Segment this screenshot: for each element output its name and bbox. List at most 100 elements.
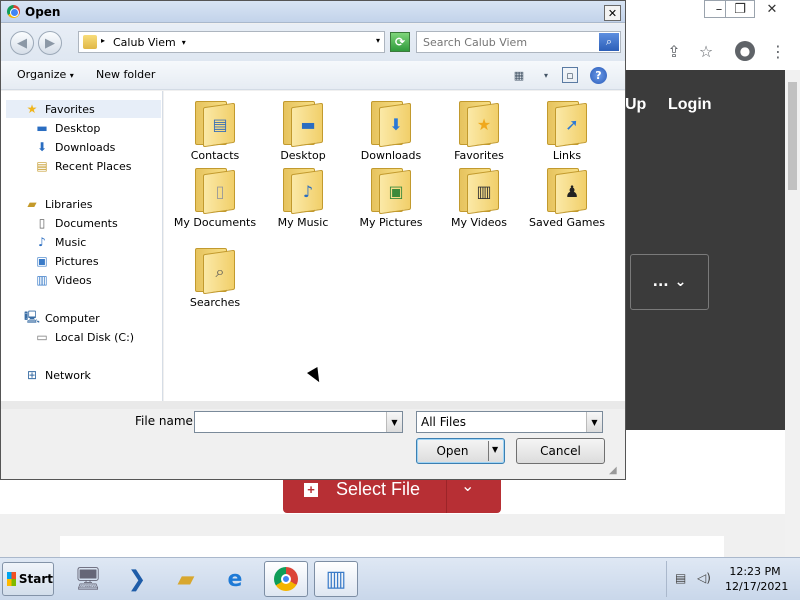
search-box[interactable]: ⌕ (416, 31, 621, 53)
tree-label: Network (45, 368, 91, 382)
clock-date: 12/17/2021 (725, 580, 789, 593)
organize-menu[interactable]: Organize ▾ (17, 68, 74, 81)
tree-music[interactable]: ♪ Music (34, 233, 86, 251)
back-button[interactable]: ◀ (10, 31, 34, 55)
internet-explorer-icon[interactable]: e (213, 561, 257, 597)
file-list: ▤ Contacts ▬ Desktop ⬇ Downloads ★ Favor… (164, 91, 625, 401)
address-path[interactable]: ▸ Calub Viem ▾ ▾ (78, 31, 385, 53)
file-explorer-icon[interactable]: ▰ (164, 561, 208, 597)
address-dropdown-icon[interactable]: ▾ (376, 36, 380, 45)
view-options-icon[interactable]: ▦ (511, 67, 527, 83)
building-app-icon[interactable]: ▥ (314, 561, 358, 597)
resize-grip-icon[interactable]: ◢ (609, 465, 617, 476)
path-text: Calub Viem (113, 35, 176, 49)
server-manager-icon[interactable]: 🖥 (66, 561, 110, 597)
chevron-down-icon[interactable]: ▼ (586, 412, 602, 432)
bookmark-star-icon[interactable]: ☆ (695, 40, 717, 62)
file-name-input[interactable] (195, 412, 385, 432)
file-item-my-videos[interactable]: ▥ My Videos (434, 168, 524, 229)
file-item-searches[interactable]: ⌕ Searches (170, 248, 260, 309)
powershell-icon[interactable]: ❯ (115, 561, 159, 597)
clock[interactable]: 12:23 PM 12/17/2021 (725, 564, 789, 594)
restore-button[interactable]: ❐ (725, 0, 755, 18)
search-input[interactable] (417, 32, 597, 52)
tree-computer[interactable]: 🖳 Computer (24, 309, 100, 327)
organize-label: Organize (17, 68, 67, 81)
tree-label: Local Disk (C:) (55, 330, 135, 344)
share-icon[interactable]: ⇪ (663, 40, 685, 62)
file-name-combobox[interactable]: ▼ (194, 411, 403, 433)
tree-pictures[interactable]: ▣ Pictures (34, 252, 98, 270)
navigation-pane: ★ Favorites ▬ Desktop ⬇ Downloads ▤ Rece… (1, 91, 163, 401)
windows-logo-icon (7, 572, 16, 586)
signup-link[interactable]: Up (625, 96, 646, 114)
libraries-icon: ▰ (27, 197, 37, 211)
tree-downloads[interactable]: ⬇ Downloads (34, 138, 115, 156)
forward-button[interactable]: ▶ (38, 31, 62, 55)
file-label: Searches (189, 296, 241, 309)
tree-local-disk[interactable]: ▭ Local Disk (C:) (34, 328, 134, 346)
file-label: Downloads (360, 149, 422, 162)
tree-recent-places[interactable]: ▤ Recent Places (34, 157, 131, 175)
folder-icon: ★ (459, 101, 499, 148)
refresh-button[interactable]: ⟳ (390, 32, 410, 52)
folder-icon: ♪ (283, 168, 323, 215)
tree-label: Favorites (45, 102, 95, 116)
profile-avatar-icon[interactable]: ● (735, 41, 755, 61)
more-options-button[interactable]: ... ⌄ (630, 254, 709, 310)
help-icon[interactable]: ? (590, 67, 607, 84)
tree-libraries[interactable]: ▰ Libraries (24, 195, 92, 213)
open-label: Open (436, 444, 469, 458)
file-item-desktop[interactable]: ▬ Desktop (258, 101, 348, 162)
scrollbar-thumb[interactable] (788, 82, 797, 190)
file-item-downloads[interactable]: ⬇ Downloads (346, 101, 436, 162)
page-content-box (60, 536, 724, 557)
volume-icon[interactable]: ◁) (697, 571, 711, 585)
file-label: Favorites (454, 149, 504, 162)
cancel-button[interactable]: Cancel (516, 438, 605, 464)
file-type-select[interactable]: All Files ▼ (416, 411, 603, 433)
start-button[interactable]: Start (2, 562, 54, 596)
network-icon: ⊞ (26, 368, 38, 382)
view-dropdown-icon[interactable]: ▾ (538, 67, 554, 83)
chevron-down-icon[interactable]: ▼ (386, 412, 402, 432)
file-label: Desktop (280, 149, 326, 162)
start-label: Start (18, 572, 53, 586)
file-item-my-documents[interactable]: ▯ My Documents (170, 168, 260, 229)
dialog-close-button[interactable]: ✕ (604, 5, 621, 21)
file-label: My Pictures (359, 216, 423, 229)
file-label: Contacts (190, 149, 240, 162)
chrome-taskbar-icon[interactable] (264, 561, 308, 597)
tree-desktop[interactable]: ▬ Desktop (34, 119, 100, 137)
file-item-links[interactable]: ➚ Links (522, 101, 612, 162)
search-icon[interactable]: ⌕ (599, 33, 619, 51)
close-window-button[interactable]: ✕ (757, 0, 787, 18)
tree-favorites[interactable]: ★ Favorites (6, 100, 161, 118)
file-item-favorites[interactable]: ★ Favorites (434, 101, 524, 162)
dialog-title-bar[interactable]: Open ✕ (1, 1, 625, 23)
file-item-contacts[interactable]: ▤ Contacts (170, 101, 260, 162)
breadcrumb-arrow-icon[interactable]: ▸ (101, 36, 105, 45)
dialog-title: Open (25, 5, 61, 19)
file-item-my-pictures[interactable]: ▣ My Pictures (346, 168, 436, 229)
login-link[interactable]: Login (668, 96, 712, 114)
network-tray-icon[interactable]: ▤ (675, 571, 686, 585)
open-file-dialog: Open ✕ ◀ ▶ ▸ Calub Viem ▾ ▾ ⟳ ⌕ Organize… (0, 0, 626, 480)
preview-pane-icon[interactable]: ▫ (562, 67, 578, 83)
file-item-saved-games[interactable]: ♟ Saved Games (522, 168, 612, 229)
pane-divider[interactable] (1, 401, 625, 409)
path-chevron-icon[interactable]: ▾ (182, 38, 186, 47)
folder-icon: ▤ (195, 101, 235, 148)
file-label: Saved Games (529, 216, 605, 229)
tree-videos[interactable]: ▥ Videos (34, 271, 91, 289)
downloads-icon: ⬇ (36, 140, 48, 154)
tree-network[interactable]: ⊞ Network (24, 366, 91, 384)
desktop-icon: ▬ (36, 121, 48, 135)
taskbar: Start 🖥 ❯ ▰ e ▥ ▤ ◁) 12:23 PM 12/17/2021 (0, 557, 800, 600)
menu-kebab-icon[interactable]: ⋮ (767, 40, 789, 62)
file-item-my-music[interactable]: ♪ My Music (258, 168, 348, 229)
documents-icon: ▯ (38, 216, 46, 230)
open-options-icon[interactable]: ▼ (492, 445, 498, 454)
tree-documents[interactable]: ▯ Documents (34, 214, 118, 232)
new-folder-button[interactable]: New folder (96, 68, 155, 81)
